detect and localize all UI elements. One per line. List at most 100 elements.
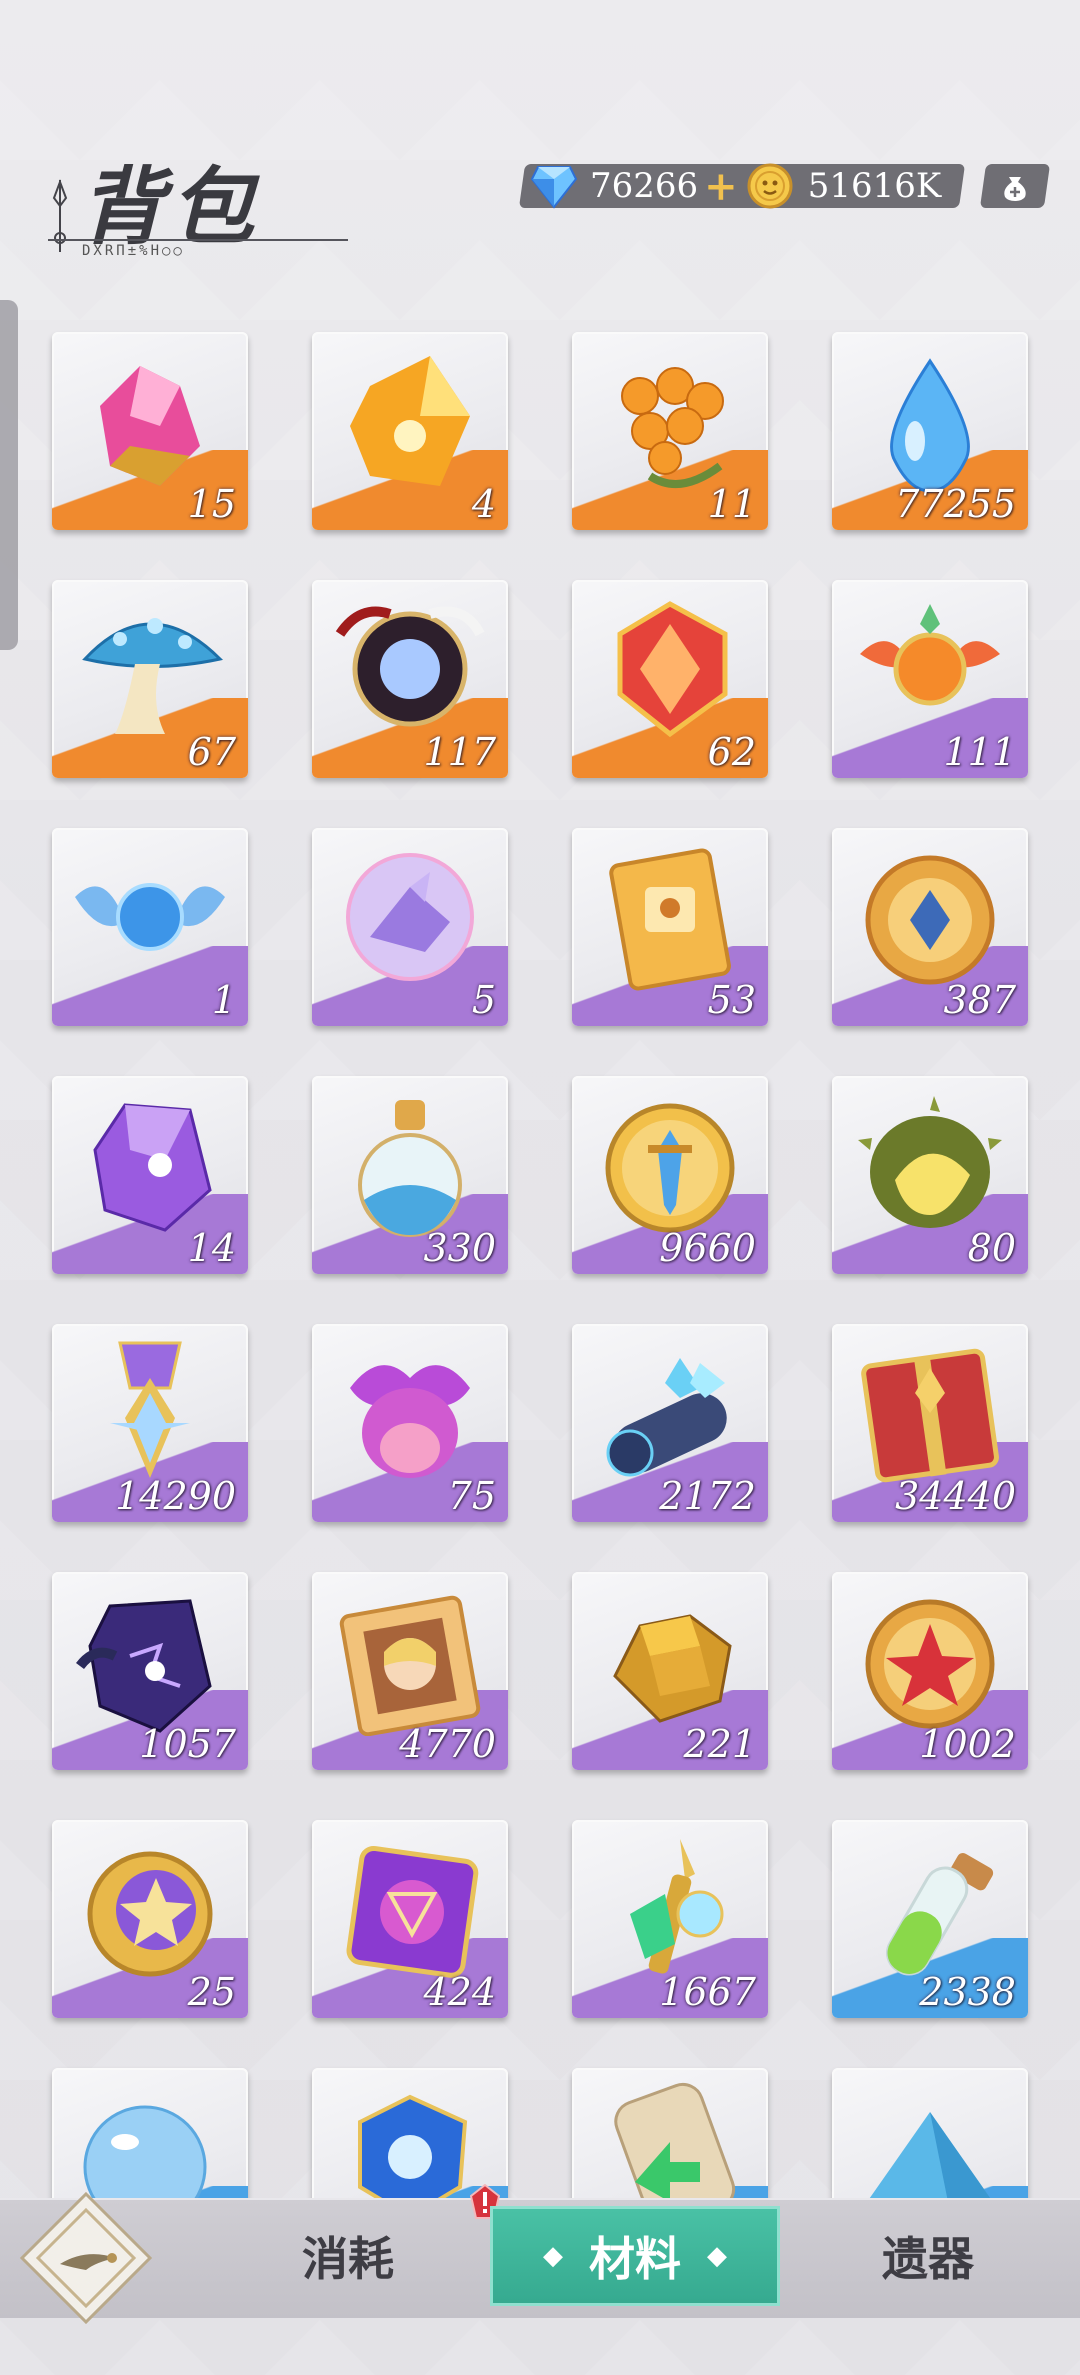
tab-consume[interactable]: 消耗: [258, 2206, 438, 2306]
inventory-item[interactable]: 221: [572, 1572, 768, 1770]
inventory-item[interactable]: 67: [52, 580, 248, 778]
title-ornament-icon: [52, 179, 68, 252]
inventory-item[interactable]: 111: [832, 580, 1028, 778]
pink-crystal-icon: [100, 366, 200, 486]
add-gems-icon[interactable]: +: [704, 163, 738, 210]
item-count: 62: [707, 730, 756, 774]
item-count: 1: [211, 978, 236, 1022]
tab-relic[interactable]: 遗器: [838, 2206, 1018, 2306]
shop-bag-button[interactable]: [979, 164, 1051, 208]
item-count: 387: [943, 978, 1016, 1022]
item-count: 2338: [919, 1970, 1016, 2014]
item-count: 14: [187, 1226, 236, 1270]
item-count: 67: [187, 730, 236, 774]
inventory-item[interactable]: 5: [312, 828, 508, 1026]
red-star-coin-icon: [865, 1599, 995, 1729]
item-count: 11: [707, 482, 756, 526]
item-count: 80: [967, 1226, 1016, 1270]
gold-medal-icon: [865, 855, 995, 985]
title-underline: [48, 239, 348, 241]
currency-display: 76266 + 51616K: [530, 162, 941, 210]
purple-star-coin-icon: [87, 1851, 213, 1977]
inventory-item[interactable]: 11: [572, 332, 768, 530]
inventory-item[interactable]: 2172: [572, 1324, 768, 1522]
item-count: 75: [447, 1474, 496, 1518]
inventory-item[interactable]: 117: [312, 580, 508, 778]
diamond-gem-icon: [530, 166, 578, 209]
item-count: 1057: [139, 1722, 236, 1766]
inventory-item[interactable]: 1057: [52, 1572, 248, 1770]
character-ticket-icon: [339, 1595, 481, 1736]
gold-ore-icon: [613, 1614, 732, 1723]
inventory-item[interactable]: 14290: [52, 1324, 248, 1522]
inventory-item[interactable]: 53: [572, 828, 768, 1026]
durian-icon: [858, 1096, 1002, 1228]
star-medal-icon: [110, 1341, 190, 1478]
gem-count: 76266: [590, 166, 699, 206]
inventory-item[interactable]: 25: [52, 1820, 248, 2018]
inventory-item[interactable]: 2338: [832, 1820, 1028, 2018]
inventory-item[interactable]: 1: [52, 828, 248, 1026]
gold-coin-icon: [747, 163, 793, 209]
tab-material-label: 材料: [589, 2232, 681, 2286]
inventory-item[interactable]: 80: [832, 1076, 1028, 1274]
item-count: 9660: [659, 1226, 756, 1270]
gold-ticket-icon: [609, 848, 731, 991]
inventory-item[interactable]: 4770: [312, 1572, 508, 1770]
item-count: 77255: [895, 482, 1016, 526]
gold-crystal-icon: [350, 356, 470, 486]
inventory-item[interactable]: 424: [312, 1820, 508, 2018]
item-count: 2172: [659, 1474, 756, 1518]
home-emblem-button[interactable]: [16, 2188, 156, 2328]
sword-coin-icon: [605, 1103, 735, 1233]
header: 背包 DXRΠ±%H○○ 76266 + 51616K: [0, 0, 1080, 290]
item-count: 53: [707, 978, 756, 1022]
item-count: 34440: [895, 1474, 1016, 1518]
crystal-log-icon: [606, 1358, 727, 1477]
item-count: 424: [423, 1970, 496, 2014]
item-count: 5: [471, 978, 496, 1022]
item-count: 1002: [919, 1722, 1016, 1766]
tab-right-diamond-icon: ◆: [707, 2241, 727, 2271]
inventory-item[interactable]: 1002: [832, 1572, 1028, 1770]
blue-mushroom-icon: [82, 618, 224, 734]
red-gift-box-icon: [861, 1348, 999, 1483]
paper-crane-orb-icon: [346, 853, 474, 981]
inventory-item[interactable]: 62: [572, 580, 768, 778]
green-crystal-staff-icon: [630, 1839, 724, 1974]
item-count: 25: [187, 1970, 236, 2014]
inventory-item[interactable]: 330: [312, 1076, 508, 1274]
coin-count: 51616K: [807, 166, 942, 206]
dark-purple-gem-icon: [76, 1599, 212, 1733]
winged-flame-orb-icon: [860, 604, 1000, 706]
money-bag-icon: [1004, 177, 1026, 201]
item-count: 111: [943, 730, 1016, 774]
dark-orb-icon: [335, 606, 485, 727]
page-subtitle: DXRΠ±%H○○: [82, 243, 185, 259]
inventory-item[interactable]: 1667: [572, 1820, 768, 2018]
water-drop-icon: [890, 358, 970, 493]
item-count: 330: [423, 1226, 496, 1270]
winged-blue-orb-icon: [75, 883, 225, 951]
purple-flower-icon: [350, 1365, 470, 1478]
purple-crystal-icon: [93, 1103, 212, 1232]
item-count: 117: [423, 730, 496, 774]
item-count: 4770: [399, 1722, 496, 1766]
item-count: 14290: [115, 1474, 236, 1518]
inventory-item[interactable]: 34440: [832, 1324, 1028, 1522]
red-gem-icon: [617, 601, 728, 738]
item-count: 15: [187, 482, 236, 526]
blue-sand-potion-icon: [358, 1100, 462, 1237]
inventory-item[interactable]: 14: [52, 1076, 248, 1274]
tab-material[interactable]: ◆ 材料 ◆: [490, 2206, 780, 2306]
orange-berries-icon: [621, 367, 724, 488]
inventory-item[interactable]: 4: [312, 332, 508, 530]
inventory-item[interactable]: 75: [312, 1324, 508, 1522]
green-potion-tube-icon: [886, 1853, 994, 1976]
inventory-item[interactable]: 387: [832, 828, 1028, 1026]
inventory-item[interactable]: 9660: [572, 1076, 768, 1274]
side-drawer-handle[interactable]: [0, 300, 18, 650]
item-count: 4: [471, 482, 496, 526]
inventory-item[interactable]: 15: [52, 332, 248, 530]
inventory-item[interactable]: 77255: [832, 332, 1028, 530]
